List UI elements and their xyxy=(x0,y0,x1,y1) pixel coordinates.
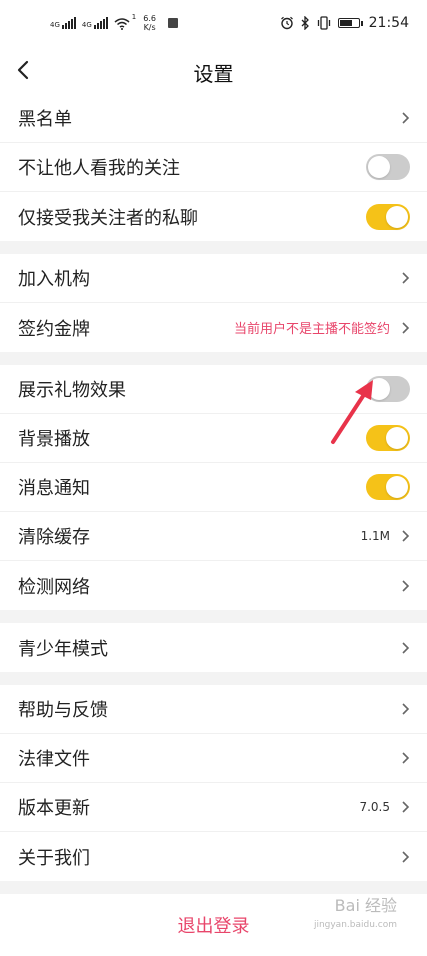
cache-size: 1.1M xyxy=(360,529,390,543)
private-chat-toggle[interactable] xyxy=(366,203,410,230)
chevron-right-icon xyxy=(402,530,410,542)
row-join-agency[interactable]: 加入机构 xyxy=(0,254,427,303)
chevron-right-icon xyxy=(402,850,410,863)
signal-icon-sim2: 4G xyxy=(82,17,108,29)
section-divider xyxy=(0,672,427,685)
section-divider xyxy=(0,352,427,365)
clock: 21:54 xyxy=(368,15,409,31)
chevron-right-icon xyxy=(402,801,410,813)
chevron-left-icon xyxy=(17,60,29,80)
row-blacklist[interactable]: 黑名单 xyxy=(0,94,427,143)
row-label: 法律文件 xyxy=(18,749,90,770)
status-bar: 4G 4G 1 6.6 K/s 21:54 xyxy=(0,0,427,46)
row-label: 帮助与反馈 xyxy=(18,700,108,721)
gift-effects-toggle[interactable] xyxy=(366,376,410,402)
row-label: 仅接受我关注者的私聊 xyxy=(18,207,198,229)
row-background-play: 背景播放 xyxy=(0,414,427,463)
watermark-url: jingyan.baidu.com xyxy=(313,920,397,930)
back-button[interactable] xyxy=(10,56,38,84)
chevron-right-icon xyxy=(402,272,410,284)
row-network-check[interactable]: 检测网络 xyxy=(0,561,427,610)
speed-value: 6.6 xyxy=(143,14,156,23)
row-label: 消息通知 xyxy=(18,478,90,499)
chevron-right-icon xyxy=(402,321,410,334)
row-clear-cache[interactable]: 清除缓存 1.1M xyxy=(0,512,427,561)
row-about-us[interactable]: 关于我们 xyxy=(0,832,427,881)
chevron-right-icon xyxy=(402,703,410,715)
row-label: 清除缓存 xyxy=(18,527,90,548)
chevron-right-icon xyxy=(402,752,410,764)
section-divider xyxy=(0,241,427,254)
notification-icon xyxy=(167,18,178,28)
gold-contract-status: 当前用户不是主播不能签约 xyxy=(233,322,390,337)
row-teen-mode[interactable]: 青少年模式 xyxy=(0,623,427,672)
wifi-level: 1 xyxy=(131,13,137,21)
row-gift-effects: 展示礼物效果 xyxy=(0,365,427,414)
row-hide-following: 不让他人看我的关注 xyxy=(0,143,427,192)
row-label: 加入机构 xyxy=(18,269,90,290)
row-label: 不让他人看我的关注 xyxy=(18,158,180,179)
row-gold-contract[interactable]: 签约金牌 当前用户不是主播不能签约 xyxy=(0,303,427,352)
page-title: 设置 xyxy=(193,62,234,86)
title-bar: 设置 xyxy=(0,46,427,94)
vibrate-icon xyxy=(317,16,330,30)
network-speed: 6.6 K/s xyxy=(143,14,156,32)
alarm-icon xyxy=(280,16,293,30)
row-private-chat: 仅接受我关注者的私聊 xyxy=(0,192,427,241)
hide-following-toggle[interactable] xyxy=(366,154,410,180)
row-label: 展示礼物效果 xyxy=(18,380,126,401)
row-label: 黑名单 xyxy=(18,109,72,130)
bluetooth-icon xyxy=(301,16,309,30)
battery-icon xyxy=(337,18,363,28)
version-number: 7.0.5 xyxy=(359,800,390,814)
watermark-logo: Bai 经验 xyxy=(334,896,397,915)
network-type-label: 4G xyxy=(81,21,92,29)
row-label: 关于我们 xyxy=(18,847,90,869)
row-version-update[interactable]: 版本更新 7.0.5 xyxy=(0,783,427,832)
row-legal-docs[interactable]: 法律文件 xyxy=(0,734,427,783)
status-right: 21:54 xyxy=(280,15,409,31)
wifi-icon xyxy=(114,17,130,30)
row-help-feedback[interactable]: 帮助与反馈 xyxy=(0,685,427,734)
row-label: 青少年模式 xyxy=(18,638,108,660)
section-divider xyxy=(0,610,427,623)
row-label: 检测网络 xyxy=(18,576,90,598)
notifications-toggle[interactable] xyxy=(366,474,410,500)
background-play-toggle[interactable] xyxy=(366,425,410,451)
chevron-right-icon xyxy=(402,112,410,124)
status-left: 4G 4G 1 6.6 K/s xyxy=(50,14,178,32)
chevron-right-icon xyxy=(402,579,410,592)
row-label: 背景播放 xyxy=(18,429,90,450)
logout-button[interactable]: 退出登录 xyxy=(178,912,250,938)
row-notifications: 消息通知 xyxy=(0,463,427,512)
chevron-right-icon xyxy=(402,641,410,654)
row-label: 签约金牌 xyxy=(18,318,90,340)
signal-icon-sim1: 4G xyxy=(50,17,76,29)
speed-unit: K/s xyxy=(143,23,156,32)
row-label: 版本更新 xyxy=(18,798,90,819)
settings-list: 黑名单 不让他人看我的关注 仅接受我关注者的私聊 加入机构 签约金牌 当前用户不… xyxy=(0,94,427,956)
network-type-label: 4G xyxy=(50,21,60,29)
